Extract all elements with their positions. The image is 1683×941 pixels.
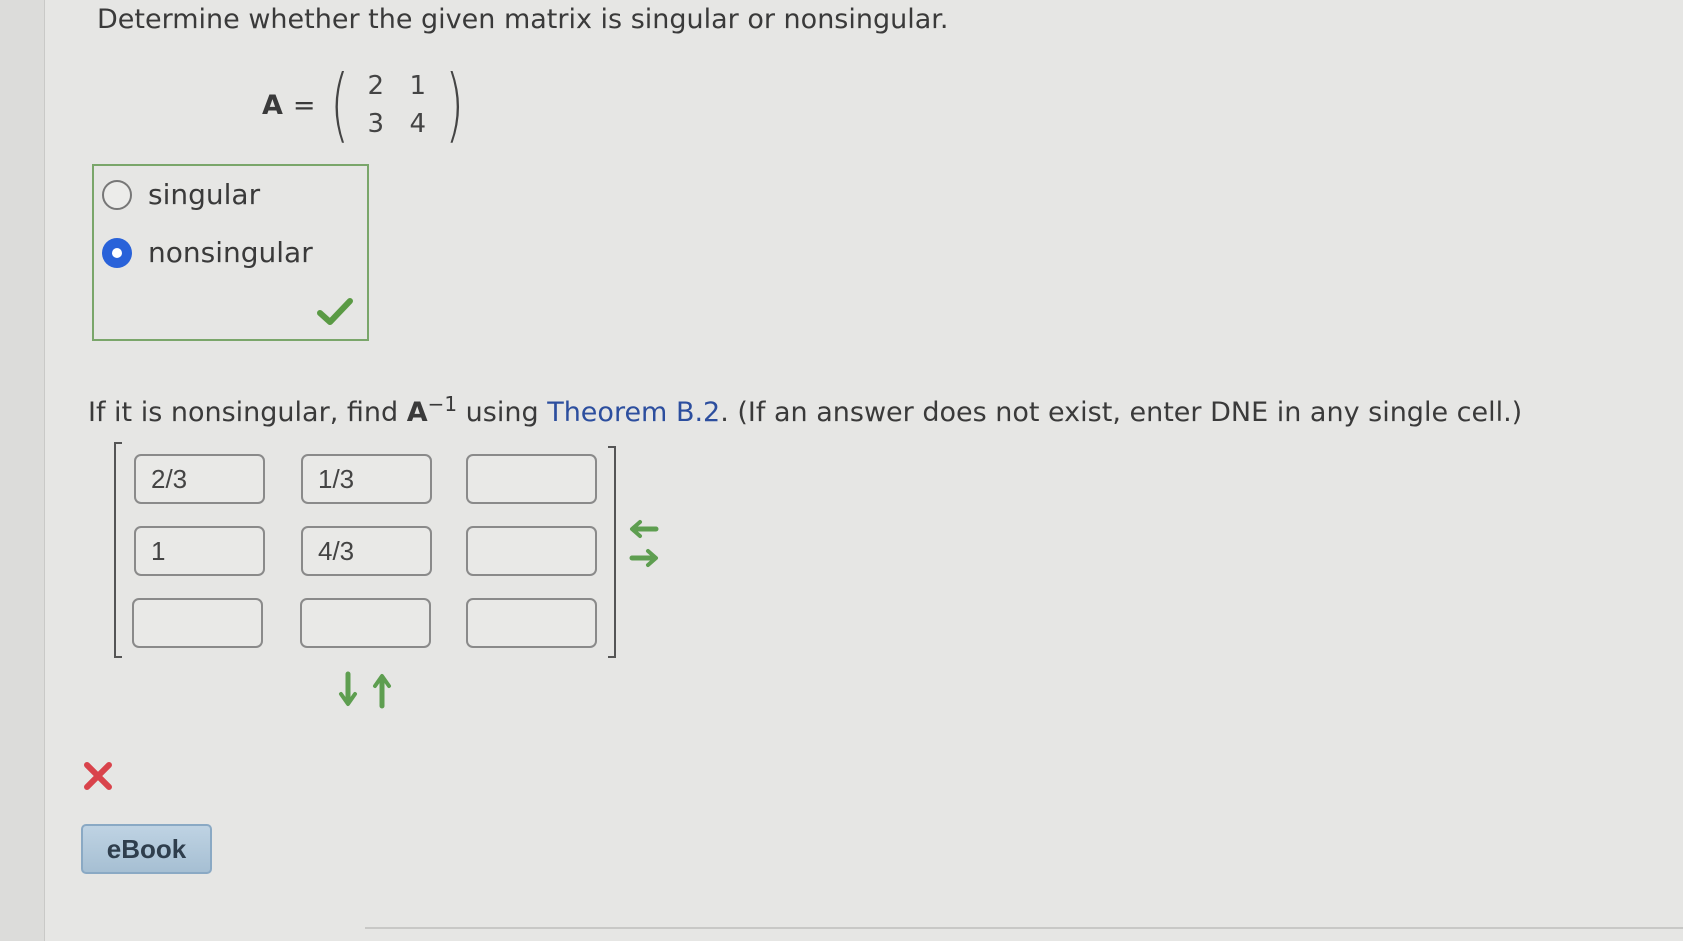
add-column-arrow-icon[interactable]	[629, 549, 658, 567]
prompt-text: If it is nonsingular, find	[88, 397, 407, 428]
answer-cell-r2c1[interactable]: 1	[134, 526, 265, 576]
prompt-text: using	[457, 397, 548, 428]
matrix-entry: 1	[409, 71, 427, 101]
equals-sign: =	[292, 89, 316, 121]
choice-singular[interactable]: singular	[102, 178, 260, 211]
answer-matrix: 2/3 1/3 1 4/3	[114, 442, 616, 658]
choice-label: nonsingular	[148, 236, 313, 269]
answer-cell-r2c3[interactable]	[466, 526, 597, 576]
answer-cell-r1c3[interactable]	[466, 454, 597, 504]
left-paren: (	[329, 58, 349, 151]
left-bracket	[114, 442, 122, 658]
column-resize-arrows	[629, 520, 659, 567]
matrix-entry: 4	[409, 109, 427, 139]
matrix-entry: 3	[367, 109, 385, 139]
remove-column-arrow-icon[interactable]	[630, 520, 659, 538]
right-bracket	[608, 446, 616, 658]
inverse-symbol: A	[406, 397, 428, 428]
check-icon	[317, 298, 353, 325]
given-matrix: A = ( 2 1 3 4 )	[262, 60, 470, 150]
inverse-prompt: If it is nonsingular, find A−1 using The…	[88, 392, 1522, 428]
divider	[365, 927, 1683, 929]
answer-cell-r3c1[interactable]	[132, 598, 263, 648]
radio-nonsingular[interactable]	[102, 237, 132, 268]
answer-cell-r1c2[interactable]: 1/3	[301, 454, 432, 504]
choice-label: singular	[148, 178, 261, 211]
ebook-button[interactable]: eBook	[81, 824, 212, 874]
right-paren: )	[444, 58, 464, 151]
incorrect-x-icon	[84, 762, 112, 790]
choice-nonsingular[interactable]: nonsingular	[102, 236, 313, 269]
answer-cell-r2c2[interactable]: 4/3	[301, 526, 432, 576]
answer-cell-r1c1[interactable]: 2/3	[134, 454, 265, 504]
prompt-text: . (If an answer does not exist, enter DN…	[720, 397, 1523, 428]
choice-group: singular nonsingular	[92, 164, 369, 341]
answer-cell-r3c2[interactable]	[300, 598, 431, 648]
question-prompt: Determine whether the given matrix is si…	[97, 4, 949, 35]
row-resize-arrows	[339, 671, 391, 709]
matrix-entries: 2 1 3 4	[355, 67, 439, 143]
answer-cell-r3c3[interactable]	[466, 598, 597, 648]
radio-singular[interactable]	[102, 179, 132, 210]
matrix-name: A	[262, 89, 283, 121]
inverse-exponent: −1	[427, 392, 458, 416]
matrix-entry: 2	[367, 71, 385, 101]
remove-row-arrow-icon[interactable]	[373, 674, 391, 709]
add-row-arrow-icon[interactable]	[339, 671, 357, 706]
theorem-link[interactable]: Theorem B.2	[547, 397, 720, 428]
